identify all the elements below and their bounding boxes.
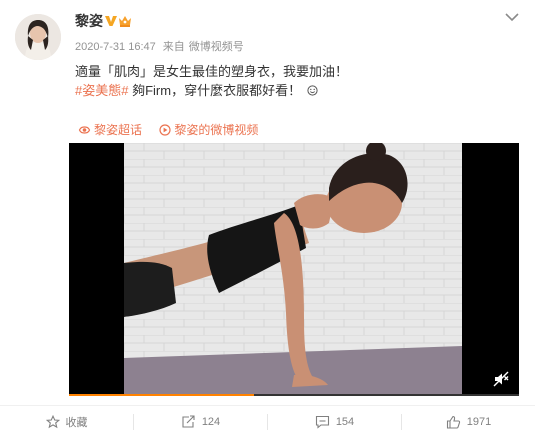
supertopic-link[interactable]: 黎姿超话 (78, 121, 142, 138)
action-bar: 收藏 124 154 1971 (0, 405, 535, 438)
repost-icon (182, 415, 195, 428)
like-count: 1971 (466, 416, 492, 428)
topic-hashtag[interactable]: #姿美態# (75, 83, 128, 98)
comment-icon (315, 415, 329, 429)
favorite-label: 收藏 (65, 417, 88, 429)
mute-icon[interactable] (493, 371, 509, 387)
video-progress-fill (69, 394, 254, 396)
comment-count: 154 (335, 416, 355, 428)
video-player[interactable] (69, 143, 519, 396)
post-meta: 2020-7-31 16:47 来自 微博视频号 (75, 40, 248, 54)
post-date[interactable]: 2020-7-31 16:47 (75, 41, 156, 53)
video-account-link[interactable]: 黎姿的微博视频 (159, 121, 258, 138)
thumbs-up-icon (446, 415, 460, 429)
member-crown-icon[interactable] (117, 13, 133, 29)
post-text-line1: 適量「肌肉」是女生最佳的塑身衣，我要加油！ (75, 64, 349, 79)
verified-v-icon (105, 16, 117, 26)
related-links: 黎姿超话 黎姿的微博视频 (78, 121, 272, 139)
supertopic-icon (78, 125, 91, 134)
smile-emoji-icon (307, 85, 318, 96)
source-prefix: 来自 (162, 41, 185, 53)
video-play-icon (159, 123, 171, 136)
author-name[interactable]: 黎姿 (75, 12, 103, 30)
repost-count: 124 (201, 416, 221, 428)
star-icon (45, 415, 60, 429)
video-frame (124, 143, 462, 396)
avatar[interactable] (15, 14, 61, 60)
weibo-post-card: 黎姿 2020-7-31 16:47 来自 微博视频号 適量「肌肉」是女生最佳的塑… (0, 0, 535, 438)
post-text-rest: 夠Firm，穿什麼衣服都好看！ (128, 83, 302, 98)
supertopic-label: 黎姿超话 (94, 123, 143, 137)
video-progress-track[interactable] (69, 394, 519, 396)
chevron-down-icon[interactable] (505, 12, 519, 22)
video-account-label: 黎姿的微博视频 (174, 123, 259, 137)
post-source[interactable]: 微博视频号 (189, 41, 244, 53)
post-text-line2: #姿美態# 夠Firm，穿什麼衣服都好看！ (75, 82, 318, 100)
favorite-button[interactable]: 收藏 (0, 406, 133, 438)
comment-button[interactable]: 154 (268, 406, 401, 438)
like-button[interactable]: 1971 (402, 406, 535, 438)
repost-button[interactable]: 124 (134, 406, 267, 438)
